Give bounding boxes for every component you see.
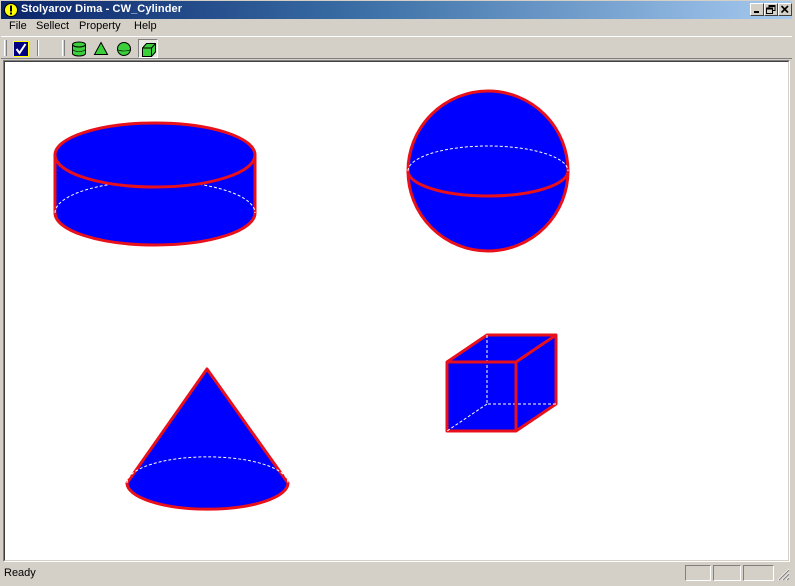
cylinder-top — [53, 121, 257, 189]
close-button[interactable] — [778, 3, 792, 16]
cylinder-button[interactable] — [69, 39, 89, 58]
menu-file[interactable]: File — [5, 20, 31, 32]
sphere-body — [406, 89, 570, 253]
toolbar-grip[interactable] — [4, 40, 7, 56]
toolbar-separator — [37, 40, 39, 56]
menu-bar: File Sellect Property Help — [1, 19, 792, 35]
title-bar[interactable]: Stolyarov Dima - CW_Cylinder — [1, 1, 792, 19]
status-pane — [743, 565, 774, 581]
toolbar-grip[interactable] — [62, 40, 65, 56]
restore-icon — [766, 5, 776, 14]
cone-body — [125, 367, 290, 511]
status-pane — [685, 565, 711, 581]
status-pane — [713, 565, 741, 581]
cylinder-shape[interactable] — [53, 121, 257, 247]
menu-select[interactable]: Sellect — [32, 20, 73, 32]
sphere-shape[interactable] — [406, 89, 570, 253]
check-icon — [13, 41, 29, 57]
maximize-button[interactable] — [764, 3, 778, 16]
minimize-button[interactable] — [750, 3, 764, 16]
resize-grip-icon[interactable] — [777, 568, 790, 581]
cube-button[interactable] — [138, 39, 158, 58]
app-window: Stolyarov Dima - CW_Cylinder File Sellec… — [0, 0, 795, 586]
window-title: Stolyarov Dima - CW_Cylinder — [21, 3, 183, 15]
canvas-frame — [3, 60, 790, 562]
drawing-canvas[interactable] — [4, 61, 789, 561]
menu-help[interactable]: Help — [130, 20, 161, 32]
cone-shape[interactable] — [125, 367, 290, 511]
cone-button[interactable] — [91, 39, 111, 58]
cylinder-icon — [72, 41, 86, 57]
sphere-icon — [117, 42, 131, 56]
app-icon — [4, 3, 18, 17]
status-text: Ready — [4, 567, 36, 579]
cube-shape[interactable] — [445, 333, 558, 433]
close-icon — [780, 5, 789, 14]
minimize-icon — [754, 11, 759, 13]
status-bar: Ready — [1, 564, 792, 583]
cube-icon — [142, 43, 156, 57]
shapes-svg — [53, 89, 570, 511]
cube-body — [445, 333, 558, 433]
cone-icon — [93, 41, 109, 55]
check-button[interactable] — [11, 39, 31, 58]
toolbar — [1, 36, 792, 59]
menu-property[interactable]: Property — [75, 20, 125, 32]
sphere-button[interactable] — [114, 39, 134, 58]
